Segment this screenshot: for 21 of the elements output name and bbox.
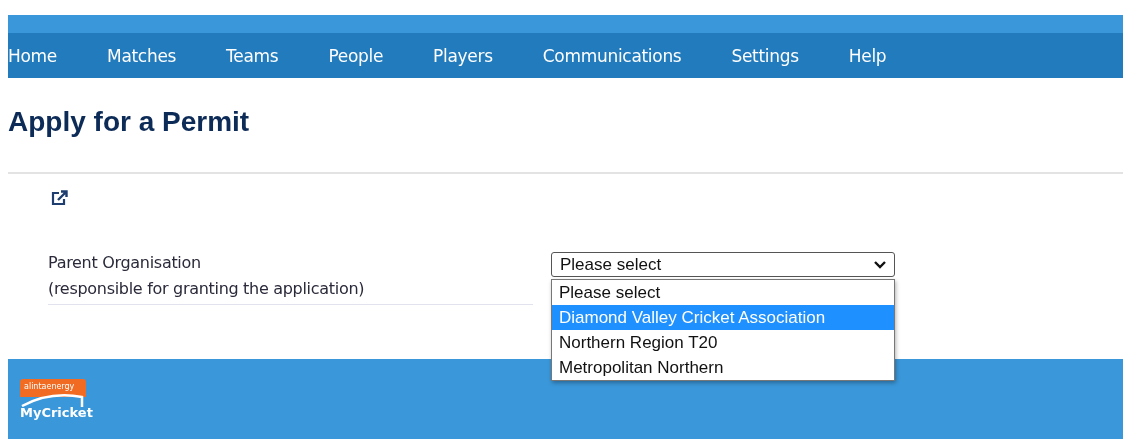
nav-link[interactable]: Teams xyxy=(201,45,304,66)
nav-link[interactable]: Players xyxy=(408,45,518,66)
dropdown-option[interactable]: Northern Region T20 xyxy=(552,330,894,355)
dropdown-option[interactable]: Metropolitan Northern xyxy=(552,355,894,380)
logo-badge: alintaenergy xyxy=(20,379,86,397)
logo-text: MyCricket xyxy=(20,405,94,420)
organisation-select[interactable]: Please select xyxy=(551,252,895,277)
nav-link[interactable]: Settings xyxy=(706,45,824,66)
dropdown-option[interactable]: Please select xyxy=(552,280,894,305)
nav-link[interactable]: Help xyxy=(823,45,912,66)
nav-link[interactable]: People xyxy=(303,45,409,66)
nav-link[interactable]: Matches xyxy=(82,45,202,66)
page-title: Apply for a Permit xyxy=(8,105,251,139)
arc-icon xyxy=(20,393,84,407)
nav-link[interactable]: Communications xyxy=(517,45,707,66)
dropdown-option[interactable]: Diamond Valley Cricket Association xyxy=(552,305,894,330)
field-label: Parent Organisation xyxy=(48,252,202,274)
external-link-icon[interactable] xyxy=(51,190,69,206)
field-hint: (responsible for granting the application) xyxy=(48,278,366,300)
chevron-down-icon xyxy=(874,260,886,269)
nav-link[interactable]: Home xyxy=(8,45,82,66)
